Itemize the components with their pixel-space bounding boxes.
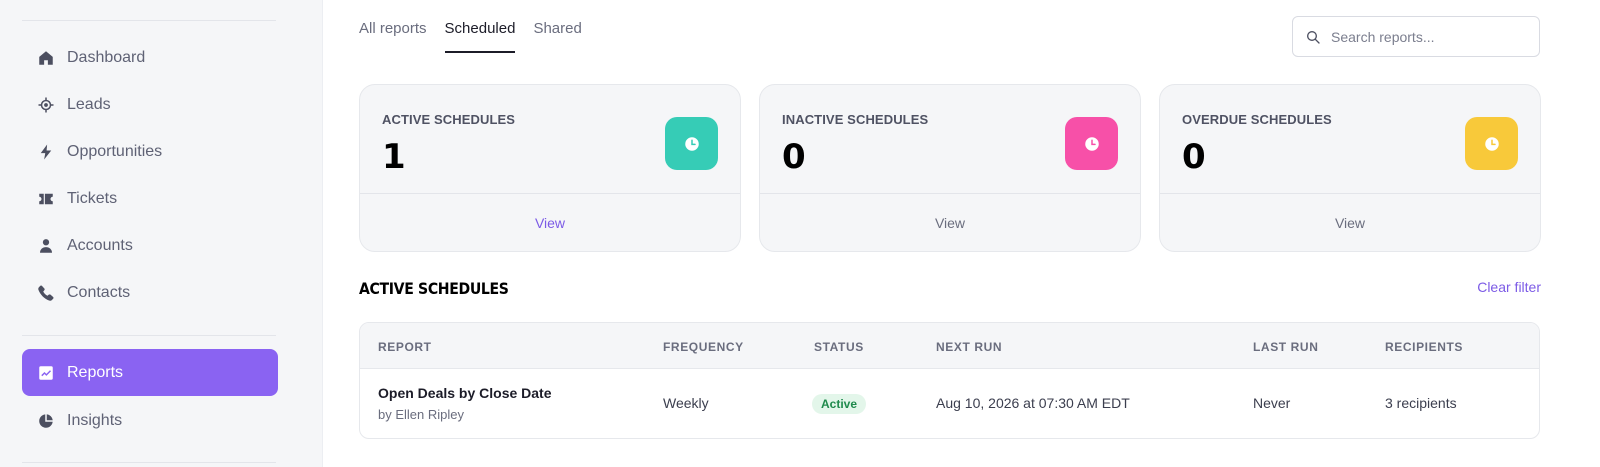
- sidebar-item-label: Tickets: [67, 189, 118, 207]
- active-schedules-card: ACTIVE SCHEDULES 1 View: [359, 84, 741, 252]
- report-last-run: Never: [1253, 395, 1291, 411]
- report-name[interactable]: Open Deals by Close Date: [378, 385, 552, 401]
- target-icon: [37, 96, 55, 114]
- clock-icon: [1465, 117, 1518, 170]
- pie-chart-icon: [37, 412, 55, 430]
- sidebar-item-label: Insights: [67, 411, 123, 429]
- table-header: REPORT FREQUENCY STATUS NEXT RUN LAST RU…: [360, 323, 1539, 369]
- report-recipients: 3 recipients: [1385, 395, 1457, 411]
- bolt-icon: [37, 143, 55, 161]
- search-icon: [1307, 30, 1320, 44]
- clock-icon: [1065, 117, 1118, 170]
- sidebar-divider: [22, 20, 276, 21]
- tab-shared[interactable]: Shared: [533, 20, 581, 53]
- sidebar-item-insights[interactable]: Insights: [22, 397, 278, 444]
- view-inactive-schedules-button[interactable]: View: [760, 193, 1140, 251]
- inactive-schedules-card: INACTIVE SCHEDULES 0 View: [759, 84, 1141, 252]
- sidebar-item-contacts[interactable]: Contacts: [22, 269, 278, 316]
- schedules-table: REPORT FREQUENCY STATUS NEXT RUN LAST RU…: [359, 322, 1540, 439]
- sidebar-item-opportunities[interactable]: Opportunities: [22, 128, 278, 175]
- home-icon: [37, 49, 55, 67]
- card-label: ACTIVE SCHEDULES: [382, 112, 516, 127]
- person-icon: [37, 237, 55, 255]
- sidebar: Dashboard Leads Opportunities Tickets Ac…: [0, 0, 323, 467]
- column-header-last-run: LAST RUN: [1253, 340, 1319, 354]
- overdue-schedules-card: OVERDUE SCHEDULES 0 View: [1159, 84, 1541, 252]
- section-title: ACTIVE SCHEDULES: [359, 279, 509, 298]
- phone-icon: [37, 284, 55, 302]
- tab-all-reports[interactable]: All reports: [359, 20, 427, 53]
- sidebar-item-label: Leads: [67, 95, 111, 113]
- column-header-frequency: FREQUENCY: [663, 340, 744, 354]
- sidebar-item-label: Reports: [67, 363, 124, 381]
- report-tabs: All reports Scheduled Shared: [359, 20, 582, 53]
- sidebar-item-dashboard[interactable]: Dashboard: [22, 34, 278, 81]
- sidebar-item-label: Accounts: [67, 236, 133, 254]
- card-value: 0: [782, 137, 806, 177]
- sidebar-item-leads[interactable]: Leads: [22, 81, 278, 128]
- clear-filter-link[interactable]: Clear filter: [1477, 279, 1541, 295]
- status-badge: Active: [812, 394, 867, 414]
- report-next-run: Aug 10, 2026 at 07:30 AM EDT: [936, 395, 1130, 411]
- clock-icon: [665, 117, 718, 170]
- sidebar-item-label: Contacts: [67, 283, 131, 301]
- trend-chart-icon: [37, 364, 55, 382]
- column-header-status: STATUS: [814, 340, 864, 354]
- column-header-report: REPORT: [378, 340, 432, 354]
- card-value: 0: [1182, 137, 1206, 177]
- main-content: All reports Scheduled Shared ACTIVE SCHE…: [323, 0, 1600, 467]
- search-input[interactable]: [1331, 28, 1521, 45]
- sidebar-item-label: Opportunities: [67, 142, 163, 160]
- sidebar-item-reports[interactable]: Reports: [22, 349, 278, 396]
- view-overdue-schedules-button[interactable]: View: [1160, 193, 1540, 251]
- sidebar-item-tickets[interactable]: Tickets: [22, 175, 278, 222]
- sidebar-divider: [22, 462, 276, 463]
- card-value: 1: [382, 137, 406, 177]
- tab-scheduled[interactable]: Scheduled: [444, 20, 516, 53]
- view-active-schedules-button[interactable]: View: [360, 193, 740, 251]
- report-frequency: Weekly: [663, 395, 709, 411]
- search-box: [1292, 16, 1540, 57]
- card-label: OVERDUE SCHEDULES: [1182, 112, 1332, 127]
- sidebar-item-label: Dashboard: [67, 48, 146, 66]
- column-header-recipients: RECIPIENTS: [1385, 340, 1464, 354]
- sidebar-item-accounts[interactable]: Accounts: [22, 222, 278, 269]
- sidebar-divider: [22, 335, 276, 336]
- column-header-next-run: NEXT RUN: [936, 340, 1003, 354]
- report-owner: by Ellen Ripley: [378, 407, 464, 422]
- ticket-icon: [37, 190, 55, 208]
- card-label: INACTIVE SCHEDULES: [782, 112, 929, 127]
